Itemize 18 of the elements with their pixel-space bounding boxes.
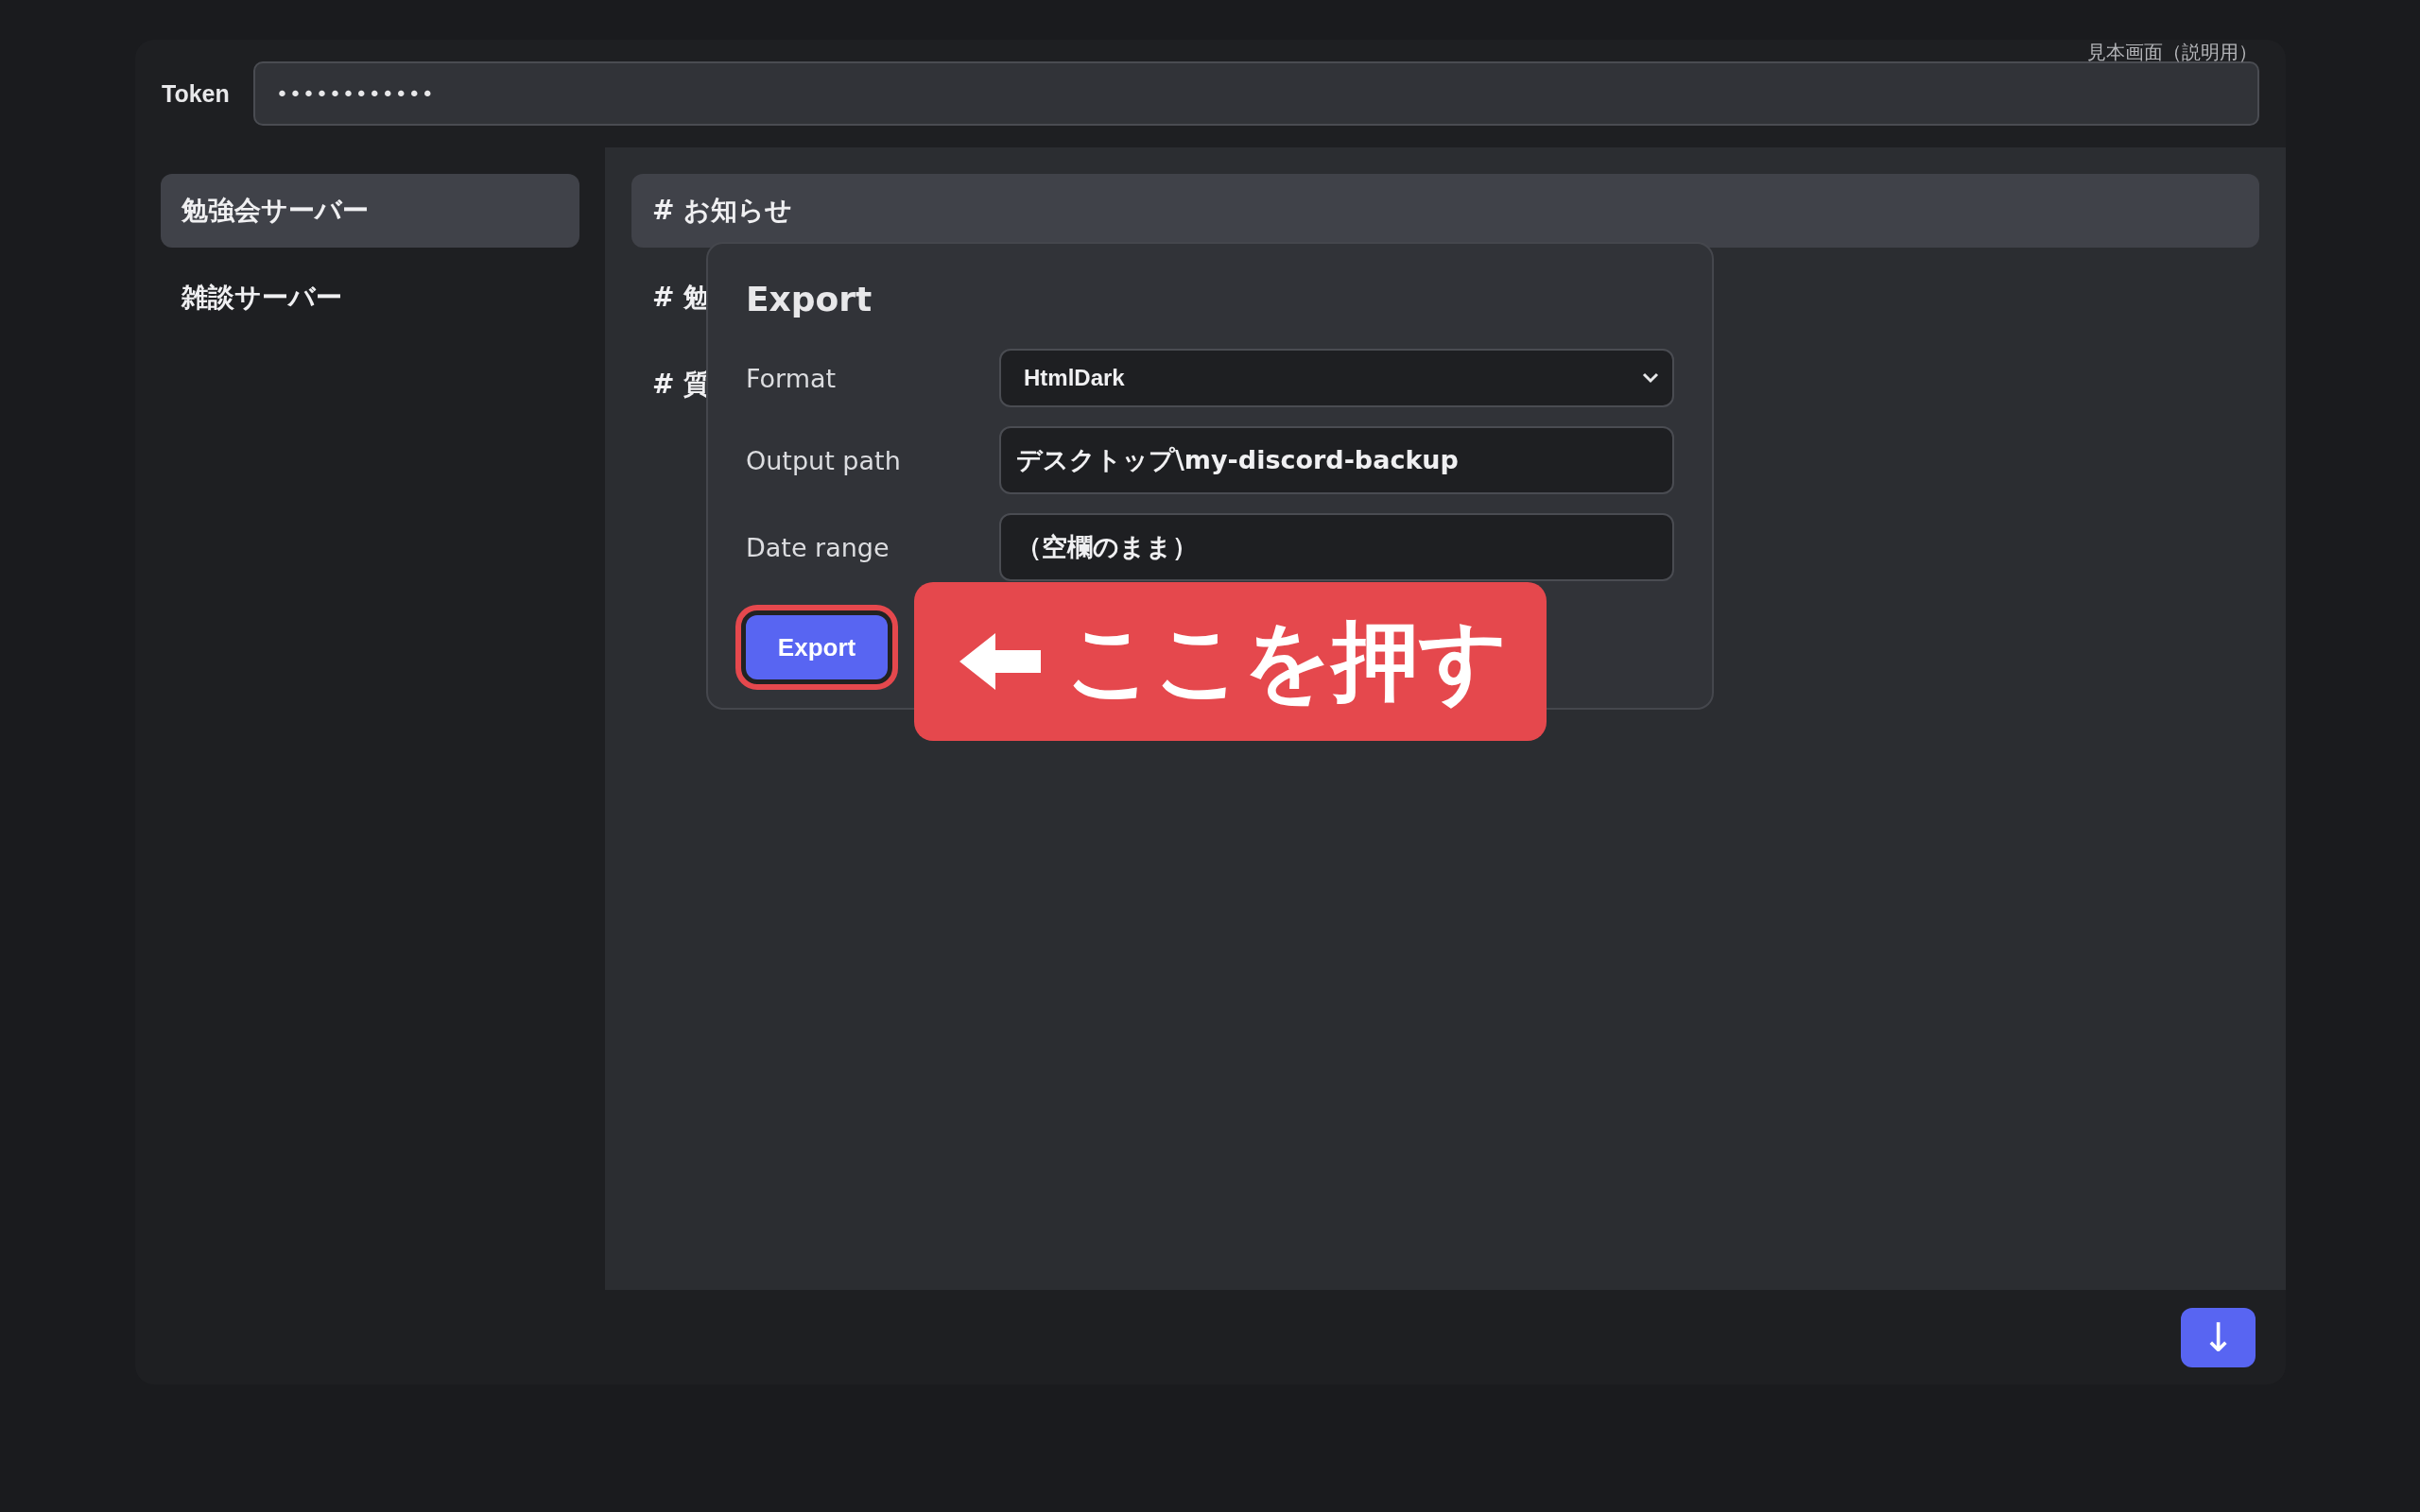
field-label: Format: [746, 363, 838, 393]
format-select[interactable]: HtmlDark: [999, 349, 1674, 407]
arrow-left-icon: [959, 633, 1041, 690]
input-field[interactable]: （空欄のまま）: [999, 513, 1674, 581]
token-label: Token: [162, 79, 231, 108]
callout-text: ここを押す: [1065, 610, 1508, 713]
server-item[interactable]: 雑談サーバー: [161, 261, 579, 335]
server-item[interactable]: 勉強会サーバー: [161, 174, 579, 248]
input-field[interactable]: デスクトップ\my-discord-backup: [999, 426, 1674, 494]
sample-note: 見本画面（説明用）: [2087, 42, 2257, 62]
field-label: Output path: [746, 445, 902, 475]
token-field[interactable]: ••••••••••••: [253, 61, 2259, 126]
channel-item[interactable]: # お知らせ: [631, 174, 2259, 248]
field-label: Date range: [746, 532, 890, 562]
scroll-down-button[interactable]: ↓: [2181, 1307, 2256, 1367]
chevron-down-icon: [1642, 372, 1659, 384]
channel-item[interactable]: # 質: [631, 348, 711, 421]
dialog-title: Export: [746, 280, 873, 318]
